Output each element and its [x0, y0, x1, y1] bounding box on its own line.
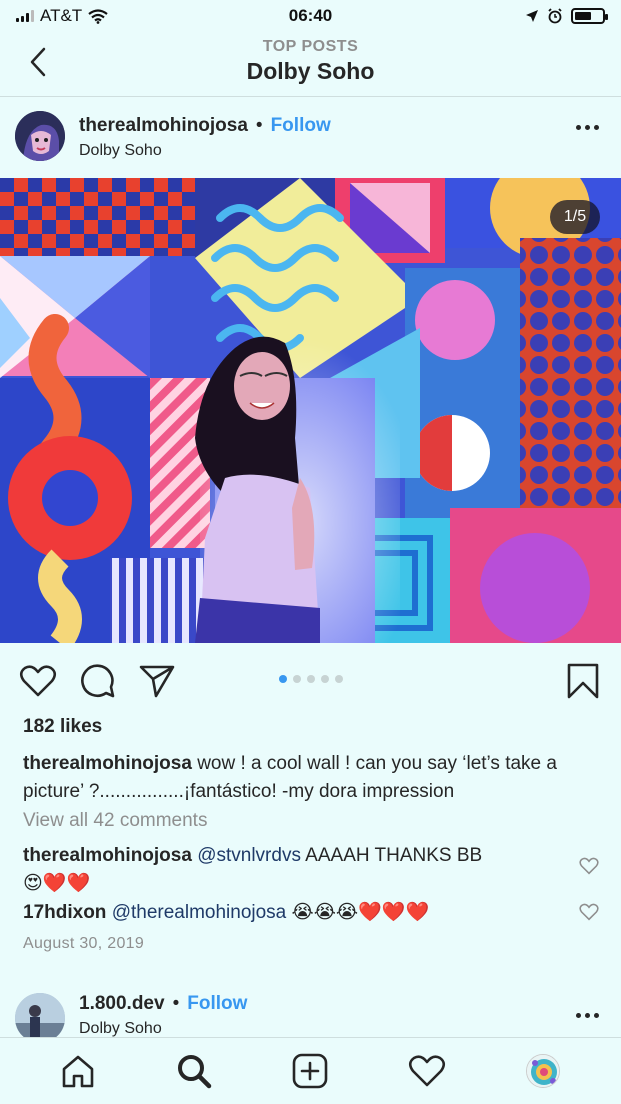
nav-header: TOP POSTS Dolby Soho [0, 32, 621, 97]
activity-heart-icon [408, 1055, 445, 1087]
tab-bar [0, 1037, 621, 1104]
bookmark-icon [567, 663, 599, 699]
battery-icon [571, 8, 608, 24]
status-left: AT&T [16, 6, 108, 26]
post-date: August 30, 2019 [23, 935, 145, 952]
post-image[interactable] [0, 178, 621, 643]
comment-username[interactable]: 17hdixon [23, 902, 106, 923]
carousel-dot [306, 675, 315, 683]
heart-icon [19, 665, 57, 697]
clock: 06:40 [288, 6, 333, 25]
share-icon [139, 665, 175, 698]
tab-new-post[interactable] [285, 1046, 335, 1096]
comment-icon [81, 664, 115, 698]
user-line: 1.800.dev • Follow [79, 993, 247, 1015]
comment-like-button[interactable] [579, 903, 601, 925]
wifi-icon [88, 8, 108, 24]
comment-item: 17hdixon @therealmohinojosa 😭😭😭❤️❤️❤️ [23, 899, 563, 927]
caption: therealmohinojosa wow ! a cool wall ! ca… [23, 750, 598, 806]
comment-text: AAAAH THANKS BB [300, 845, 483, 866]
comment-mention[interactable]: @therealmohinojosa [112, 902, 287, 923]
like-button[interactable] [18, 661, 58, 701]
more-options-button[interactable] [576, 1013, 599, 1018]
post-username[interactable]: therealmohinojosa [79, 115, 248, 137]
post-username[interactable]: 1.800.dev [79, 993, 165, 1015]
more-icon [576, 1013, 581, 1018]
more-options-button[interactable] [576, 125, 599, 130]
alarm-icon [548, 8, 562, 24]
comment-username[interactable]: therealmohinojosa [23, 845, 192, 866]
mural-photo [0, 178, 621, 643]
comment-emoji: 😭😭😭❤️❤️❤️ [291, 902, 430, 923]
post-header: therealmohinojosa • Follow Dolby Soho [0, 97, 621, 177]
tab-search[interactable] [169, 1046, 219, 1096]
profile-avatar [525, 1054, 560, 1088]
carousel-dot [292, 675, 301, 683]
comment-emoji: 😍❤️❤️ [23, 873, 91, 894]
save-button[interactable] [563, 661, 603, 701]
post-location[interactable]: Dolby Soho [79, 142, 162, 160]
post-location[interactable]: Dolby Soho [79, 1020, 162, 1037]
tab-activity[interactable] [402, 1046, 452, 1096]
battery-fill [575, 12, 591, 20]
carousel-dot [334, 675, 343, 683]
carousel-dot [320, 675, 329, 683]
share-button[interactable] [137, 661, 177, 701]
like-count[interactable]: 182 likes [23, 716, 102, 738]
home-icon [62, 1055, 94, 1088]
tab-home[interactable] [53, 1046, 103, 1096]
action-bar [0, 655, 621, 705]
tab-profile[interactable] [518, 1046, 568, 1096]
follow-button[interactable]: Follow [187, 993, 247, 1015]
heart-icon [579, 903, 599, 921]
carrier-label: AT&T [40, 6, 83, 25]
comment-button[interactable] [78, 661, 118, 701]
signal-icon [16, 10, 34, 22]
comment-like-button[interactable] [579, 857, 601, 879]
heart-icon [579, 857, 599, 875]
comment-mention[interactable]: @stvnlvrdvs [197, 845, 301, 866]
status-right [525, 8, 608, 24]
add-icon [293, 1053, 328, 1089]
next-post-header: 1.800.dev • Follow Dolby Soho [0, 985, 621, 1037]
carousel-dot [278, 675, 287, 683]
avatar[interactable] [15, 111, 65, 161]
avatar[interactable] [15, 993, 65, 1037]
user-line: therealmohinojosa • Follow [79, 115, 331, 137]
caption-username[interactable]: therealmohinojosa [23, 753, 192, 774]
more-icon [576, 125, 581, 130]
view-all-comments[interactable]: View all 42 comments [23, 810, 207, 832]
carousel-indicator [278, 675, 343, 683]
comment-item: therealmohinojosa @stvnlvrdvs AAAAH THAN… [23, 842, 563, 898]
separator-dot: • [172, 993, 180, 1014]
page-subtitle: TOP POSTS [262, 38, 359, 55]
status-bar: AT&T 06:40 [0, 0, 621, 32]
separator-dot: • [255, 115, 263, 136]
location-arrow-icon [526, 10, 538, 22]
follow-button[interactable]: Follow [271, 115, 331, 137]
search-icon [178, 1055, 212, 1089]
image-counter: 1/5 [550, 200, 600, 234]
page-title: Dolby Soho [246, 58, 375, 84]
